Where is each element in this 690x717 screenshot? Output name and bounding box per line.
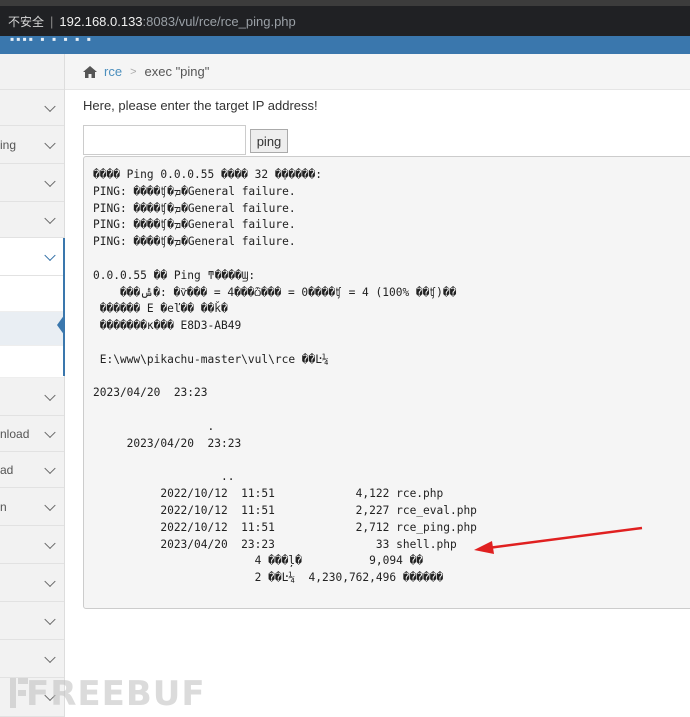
sidebar-item-12[interactable] (0, 602, 64, 640)
sidebar-subitem-1[interactable] (0, 276, 64, 312)
sidebar-subitem-exec-ping[interactable] (0, 312, 64, 346)
chevron-down-icon (44, 575, 56, 587)
chevron-down-icon (44, 426, 56, 438)
sidebar-subitem-3[interactable] (0, 346, 64, 378)
sidebar-item-label: nload (0, 426, 30, 441)
chevron-down-icon (44, 175, 56, 187)
app-header: ▪▪▪▪ ▪ ▪ ▪ ▪ ▪ (0, 36, 690, 54)
sidebar-item-6[interactable] (0, 378, 64, 416)
chevron-down-icon (44, 249, 56, 261)
sidebar-item-label: n (0, 499, 7, 514)
url-host: 192.168.0.133 (59, 13, 143, 29)
sidebar-item-9[interactable]: n (0, 488, 64, 526)
sidebar-item-8[interactable]: ad (0, 452, 64, 488)
sidebar-item-10[interactable] (0, 526, 64, 564)
chevron-down-icon (44, 499, 56, 511)
chevron-down-icon (44, 651, 56, 663)
insecure-label[interactable]: 不安全 (8, 13, 44, 30)
sidebar-item-1[interactable] (0, 90, 64, 126)
freebuf-watermark: FREEBUF (8, 672, 218, 714)
command-output-text: ���� Ping 0.0.0.55 ���� 32 �ֽ�����: PING… (93, 168, 477, 585)
chevron-down-icon (44, 100, 56, 112)
sidebar-item-label: ing (0, 137, 17, 152)
sidebar-item-2[interactable]: ing (0, 126, 64, 164)
sidebar-item-rce[interactable] (0, 238, 64, 276)
url-field[interactable]: 不安全 | 192.168.0.133 :8083/vul/rce/rce_pi… (0, 6, 690, 36)
sidebar-item-11[interactable] (0, 564, 64, 602)
chevron-down-icon (44, 613, 56, 625)
watermark-text: FREEBUF (26, 674, 206, 714)
sidebar-item-label: ad (0, 462, 14, 477)
sidebar-item-0[interactable] (0, 54, 64, 90)
ip-prompt: Here, please enter the target IP address… (83, 98, 318, 113)
chevron-down-icon (44, 212, 56, 224)
sidebar-item-3[interactable] (0, 164, 64, 202)
sidebar-item-4[interactable] (0, 202, 64, 238)
ip-input[interactable] (83, 125, 246, 155)
ping-button[interactable]: ping (250, 129, 288, 153)
breadcrumb-separator-icon: > (130, 65, 137, 78)
sidebar-active-bar (63, 238, 65, 376)
url-separator: | (50, 13, 54, 29)
annotation-arrow-icon (474, 526, 643, 554)
chevron-down-icon (44, 137, 56, 149)
breadcrumb-current: exec "ping" (144, 64, 210, 79)
home-icon[interactable] (82, 65, 98, 79)
url-path: :8083/vul/rce/rce_ping.php (142, 13, 296, 29)
breadcrumb: rce > exec "ping" (65, 54, 690, 90)
breadcrumb-link-rce[interactable]: rce (104, 64, 122, 79)
sidebar-item-7[interactable]: nload (0, 416, 64, 452)
sidebar-current-marker (57, 314, 65, 336)
sidebar: ing nload ad n (0, 54, 65, 717)
chevron-down-icon (44, 389, 56, 401)
chevron-down-icon (44, 537, 56, 549)
chevron-down-icon (44, 462, 56, 474)
